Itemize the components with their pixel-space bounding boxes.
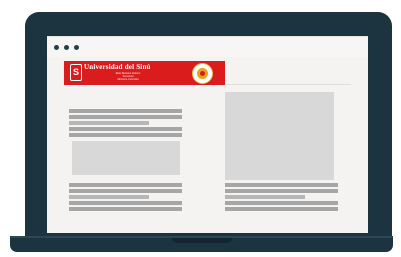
header-divider xyxy=(225,84,351,85)
university-logo-icon: S xyxy=(70,64,82,81)
university-subtitle-line: Montería Colombia xyxy=(117,78,139,81)
text-line-placeholder xyxy=(225,201,338,205)
text-line-placeholder xyxy=(69,109,182,113)
seal-core xyxy=(200,71,205,76)
university-seal-icon xyxy=(192,63,213,84)
image-placeholder xyxy=(225,92,334,180)
window-dot-icon xyxy=(54,45,59,50)
text-line-placeholder xyxy=(69,121,149,125)
university-subtitle: Elías Bechara Zainúm Seccional Montería … xyxy=(108,72,148,81)
text-line-placeholder xyxy=(225,195,305,199)
text-line-placeholder xyxy=(69,115,182,119)
text-line-placeholder xyxy=(69,207,182,211)
university-name: Universidad del Sinú xyxy=(84,63,151,71)
browser-topbar xyxy=(47,37,368,57)
text-line-placeholder xyxy=(69,201,182,205)
laptop-hinge-notch xyxy=(172,238,232,243)
text-line-placeholder xyxy=(69,195,149,199)
text-line-placeholder xyxy=(225,189,338,193)
laptop-screen: S Universidad del Sinú Elías Bechara Zai… xyxy=(47,36,368,233)
laptop-illustration: S Universidad del Sinú Elías Bechara Zai… xyxy=(0,0,401,257)
text-line-placeholder xyxy=(69,183,182,187)
image-placeholder xyxy=(72,141,180,175)
text-line-placeholder xyxy=(225,183,338,187)
text-line-placeholder xyxy=(69,127,182,131)
seal-inner-ring xyxy=(197,68,208,79)
window-dot-icon xyxy=(64,45,69,50)
text-line-placeholder xyxy=(69,189,182,193)
text-line-placeholder xyxy=(225,207,338,211)
university-header-banner: S Universidad del Sinú Elías Bechara Zai… xyxy=(64,61,225,85)
window-dot-icon xyxy=(74,45,79,50)
text-line-placeholder xyxy=(69,133,182,137)
